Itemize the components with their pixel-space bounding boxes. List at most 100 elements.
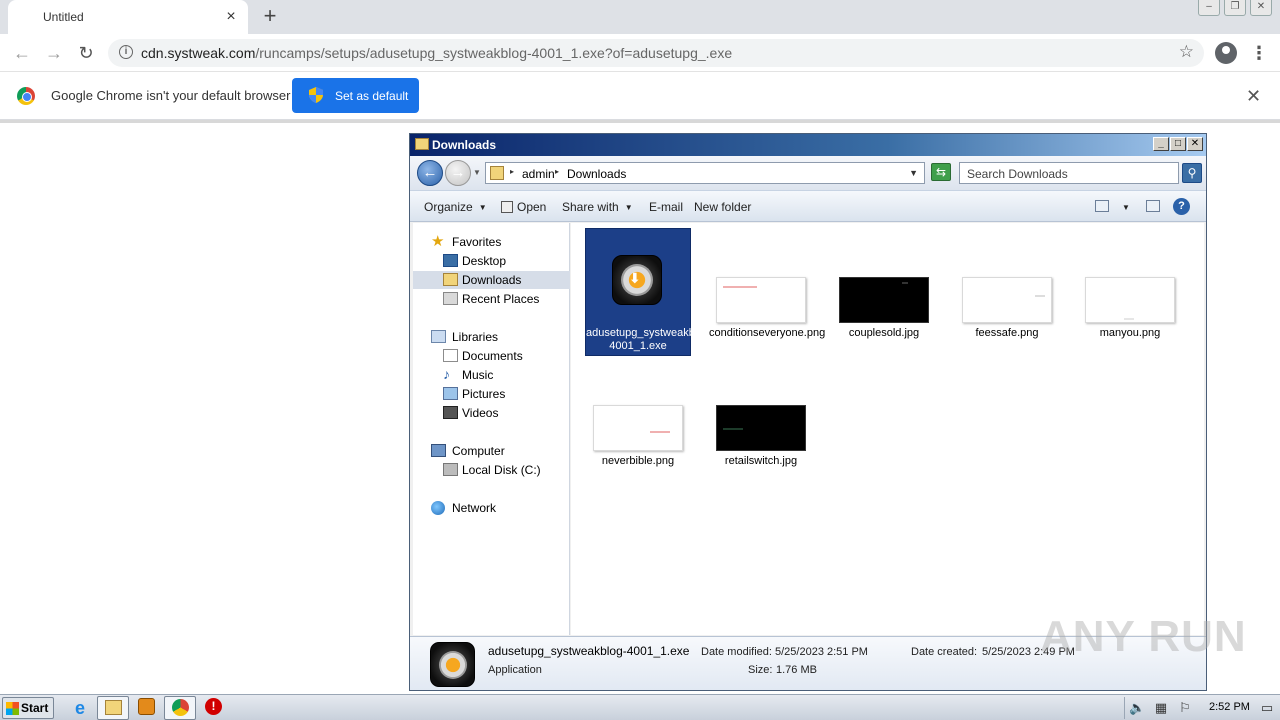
explorer-forward-button[interactable]: → <box>445 160 471 186</box>
local-disk-icon <box>443 463 458 476</box>
tab-untitled[interactable]: Untitled × <box>8 0 248 34</box>
search-icon[interactable]: ⚲ <box>1182 163 1202 183</box>
documents-icon <box>443 349 458 362</box>
folder-icon <box>415 138 429 150</box>
uac-shield-icon <box>309 87 323 103</box>
restore-button[interactable]: ❐ <box>1224 0 1246 16</box>
file-item[interactable]: retailswitch.jpg <box>709 357 813 483</box>
nav-pictures-label: Pictures <box>462 387 506 401</box>
nav-computer[interactable]: Computer <box>413 442 570 460</box>
breadcrumb-downloads[interactable]: Downloads <box>567 167 626 181</box>
show-desktop-icon[interactable]: ▭ <box>1259 700 1275 716</box>
image-thumbnail <box>716 405 806 451</box>
nav-local-disk[interactable]: Local Disk (C:) <box>413 461 570 479</box>
media-player-icon[interactable] <box>138 698 155 715</box>
explorer-maximize-button[interactable]: □ <box>1170 137 1186 151</box>
nav-videos-label: Videos <box>462 406 499 420</box>
organize-label: Organize <box>424 200 473 214</box>
file-item[interactable]: feessafe.png <box>955 229 1059 355</box>
nav-network[interactable]: Network <box>413 499 570 517</box>
file-item[interactable]: neverbible.png <box>586 357 690 483</box>
nav-recent-places[interactable]: Recent Places <box>413 290 570 308</box>
nav-desktop-label: Desktop <box>462 254 507 268</box>
system-tray: 🔈 ▦ ⚐ 2:52 PM ▭ <box>1124 697 1278 719</box>
start-button[interactable]: Start <box>2 697 54 719</box>
action-center-flag-icon[interactable]: ⚐ <box>1177 700 1193 716</box>
minimize-button[interactable]: – <box>1198 0 1220 16</box>
close-window-button[interactable]: ✕ <box>1250 0 1272 16</box>
crumb-arrow-icon[interactable]: ▸ <box>555 167 559 176</box>
forward-button[interactable]: → <box>42 41 66 65</box>
nav-documents[interactable]: Documents <box>413 347 570 365</box>
history-dropdown-icon[interactable]: ▼ <box>473 168 481 177</box>
chevron-down-icon: ▼ <box>478 203 487 212</box>
infobar-close-icon[interactable]: ✕ <box>1246 86 1261 107</box>
file-item[interactable]: conditionseveryone.png <box>709 229 825 355</box>
nav-downloads[interactable]: Downloads <box>413 271 570 289</box>
help-icon[interactable]: ? <box>1173 198 1190 215</box>
open-button[interactable]: Open <box>501 200 546 214</box>
taskbar-clock[interactable]: 2:52 PM <box>1209 701 1250 713</box>
open-icon <box>501 201 513 213</box>
file-item[interactable]: couplesold.jpg <box>832 229 936 355</box>
anyrun-watermark: ANY RUN <box>1040 612 1247 661</box>
reload-button[interactable]: ↻ <box>74 41 98 65</box>
change-view-icon[interactable] <box>1095 200 1109 212</box>
nav-videos[interactable]: Videos <box>413 404 570 422</box>
nav-desktop[interactable]: Desktop <box>413 252 570 270</box>
url-text[interactable]: cdn.systweak.com/runcamps/setups/adusetu… <box>141 45 732 61</box>
breadcrumb-admin[interactable]: admin <box>522 167 555 181</box>
crumb-arrow-icon[interactable]: ▸ <box>510 167 514 176</box>
chrome-tab-strip: Untitled × + – ❐ ✕ <box>0 0 1280 34</box>
file-item[interactable]: manyou.png <box>1078 229 1182 355</box>
explorer-title-bar[interactable]: Downloads _ □ ✕ <box>410 134 1206 156</box>
bookmark-star-icon[interactable]: ☆ <box>1179 42 1194 62</box>
stop-alert-icon[interactable]: ! <box>205 698 222 715</box>
new-folder-button[interactable]: New folder <box>694 200 751 214</box>
site-info-icon[interactable]: i <box>119 45 133 59</box>
volume-icon[interactable]: 🔈 <box>1129 700 1145 716</box>
browser-toolbar: ← → ↻ i cdn.systweak.com/runcamps/setups… <box>0 34 1280 72</box>
explorer-address-bar[interactable]: ▸ admin ▸ Downloads ▼ <box>485 162 925 184</box>
taskbar-explorer-button[interactable] <box>97 696 129 720</box>
windows-taskbar: Start e ! 🔈 ▦ ⚐ 2:52 PM ▭ <box>0 694 1280 720</box>
downloads-folder-icon <box>443 273 458 286</box>
chrome-icon <box>172 699 189 716</box>
nav-favorites-label: Favorites <box>452 235 502 249</box>
explorer-minimize-button[interactable]: _ <box>1153 137 1169 151</box>
explorer-window: Downloads _ □ ✕ ← → ▼ ▸ admin ▸ Download… <box>409 133 1207 691</box>
network-status-icon[interactable]: ▦ <box>1153 700 1169 716</box>
taskbar-chrome-button[interactable] <box>164 696 196 720</box>
tab-close-icon[interactable]: × <box>222 8 240 26</box>
refresh-icon[interactable]: ⇆ <box>931 163 951 181</box>
gear-icon <box>439 651 467 679</box>
address-dropdown-icon[interactable]: ▼ <box>909 168 918 178</box>
chrome-logo-icon <box>17 87 35 105</box>
nav-favorites[interactable]: ★ Favorites <box>413 233 570 251</box>
new-tab-button[interactable]: + <box>258 4 282 28</box>
preview-pane-icon[interactable] <box>1146 200 1160 212</box>
email-button[interactable]: E-mail <box>649 200 683 214</box>
nav-downloads-label: Downloads <box>462 273 522 287</box>
back-button[interactable]: ← <box>10 41 34 65</box>
explorer-address-row: ← → ▼ ▸ admin ▸ Downloads ▼ ⇆ Search Dow… <box>410 156 1206 190</box>
search-input[interactable]: Search Downloads <box>959 162 1179 184</box>
file-item[interactable]: ⬇ adusetupg_systweakblog-4001_1.exe <box>585 228 713 356</box>
nav-libraries[interactable]: Libraries <box>413 328 570 346</box>
internet-explorer-icon[interactable]: e <box>70 698 90 718</box>
set-as-default-button[interactable]: Set as default <box>292 78 419 113</box>
details-date-modified: 5/25/2023 2:51 PM <box>775 646 868 658</box>
address-bar[interactable]: i cdn.systweak.com/runcamps/setups/aduse… <box>108 39 1204 67</box>
explorer-close-button[interactable]: ✕ <box>1187 137 1203 151</box>
libraries-icon <box>431 330 446 343</box>
nav-music[interactable]: ♪ Music <box>413 366 570 384</box>
chrome-menu-icon[interactable]: ⋮ <box>1250 42 1268 64</box>
nav-pictures[interactable]: Pictures <box>413 385 570 403</box>
explorer-back-button[interactable]: ← <box>417 160 443 186</box>
details-date-modified-label: Date modified: <box>701 646 772 658</box>
share-with-menu[interactable]: Share with ▼ <box>562 200 633 214</box>
image-thumbnail <box>962 277 1052 323</box>
organize-menu[interactable]: Organize ▼ <box>424 200 487 214</box>
profile-avatar-icon[interactable] <box>1215 42 1237 64</box>
view-options-dropdown-icon[interactable]: ▼ <box>1122 200 1130 214</box>
